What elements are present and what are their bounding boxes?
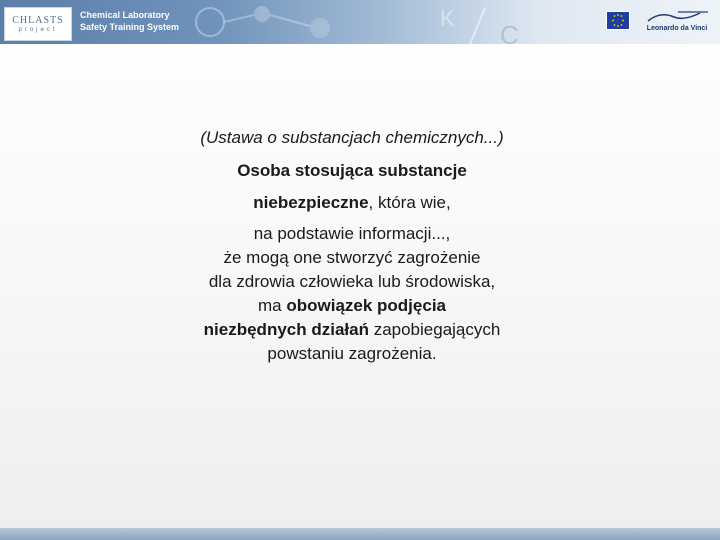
- line7-rest: zapobiegających: [368, 320, 501, 339]
- ldv-emblem-icon: [647, 11, 708, 22]
- logo-main-text: CHLASTS: [12, 14, 64, 26]
- text-line-8: powstaniu zagrożenia.: [267, 344, 437, 363]
- app-title: Chemical Laboratory Safety Training Syst…: [80, 9, 179, 33]
- app-title-line2: Safety Training System: [80, 22, 180, 32]
- app-title-line1: Chemical Laboratory: [80, 10, 170, 20]
- line2-bold: niebezpieczne: [253, 193, 369, 212]
- law-reference: (Ustawa o substancjach chemicznych...): [200, 128, 504, 147]
- line1-bold: Osoba stosująca substancje: [237, 161, 467, 180]
- text-line-2: niebezpieczne, która wie,: [160, 191, 544, 215]
- header-banner: K C CHLASTS project Chemical Laboratory …: [0, 0, 720, 44]
- line6-pre: ma: [258, 296, 287, 315]
- text-line-1: Osoba stosująca substancje: [160, 159, 544, 183]
- eu-flag-icon: [606, 11, 630, 30]
- molecule-background-art: K C: [195, 6, 519, 44]
- line2-rest: , która wie,: [368, 193, 451, 212]
- slide-body: (Ustawa o substancjach chemicznych...) O…: [160, 126, 544, 366]
- text-line-5: dla zdrowia człowieka lub środowiska,: [208, 272, 496, 291]
- line7-bold: niezbędnych działań: [203, 320, 369, 339]
- line6-bold: obowiązek podjęcia: [286, 296, 446, 315]
- slide: K C CHLASTS project Chemical Laboratory …: [0, 0, 720, 540]
- chlasts-logo: CHLASTS project: [4, 7, 72, 41]
- text-line-6: ma obowiązek podjęcia: [160, 294, 544, 318]
- svg-text:K: K: [440, 6, 455, 31]
- svg-text:C: C: [500, 20, 519, 44]
- text-line-7: niezbędnych działań zapobiegających: [160, 318, 544, 342]
- text-line-3: na podstawie informacji...,: [253, 224, 451, 243]
- logo-sub-text: project: [18, 26, 58, 33]
- leonardo-da-vinci-logo: Leonardo da Vinci: [640, 9, 714, 33]
- ldv-label: Leonardo da Vinci: [646, 25, 708, 32]
- bottom-bar: [0, 528, 720, 540]
- text-line-4: że mogą one stworzyć zagrożenie: [223, 248, 481, 267]
